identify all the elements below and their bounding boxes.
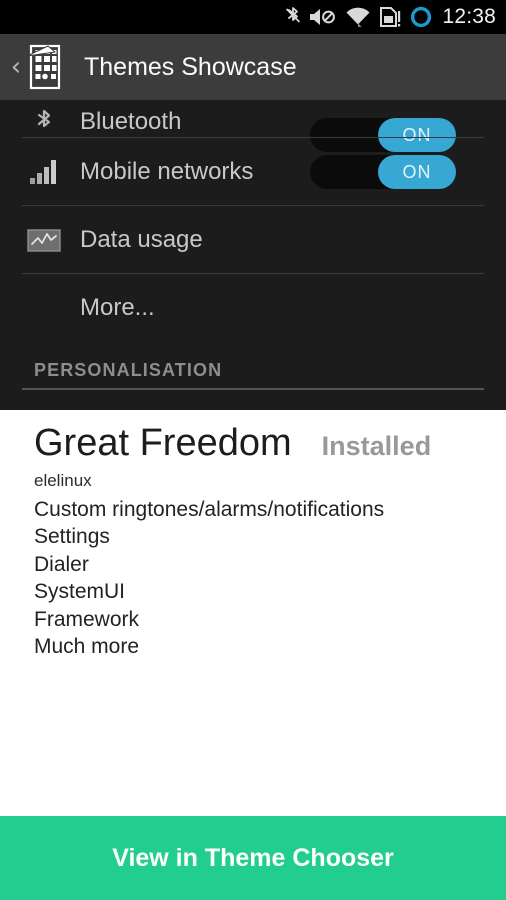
cta-label: View in Theme Chooser xyxy=(112,843,394,872)
list-item: Framework xyxy=(34,607,140,631)
signal-bars-icon xyxy=(24,159,64,185)
list-item: Much more xyxy=(34,635,140,659)
theme-preview: Bluetooth ON Mobile networks ON Data usa… xyxy=(0,100,506,410)
list-item: Dialer xyxy=(34,552,89,576)
preview-row-label: Mobile networks xyxy=(80,158,254,185)
list-item: SystemUI xyxy=(34,580,126,604)
theme-title: Great Freedom xyxy=(34,422,292,464)
list-item: Settings xyxy=(34,525,110,549)
preview-row-label: Bluetooth xyxy=(80,108,182,135)
list-item: Custom ringtones/alarms/notifications xyxy=(34,497,385,521)
back-chevron-icon[interactable]: ‹ xyxy=(6,54,26,80)
bluetooth-icon xyxy=(24,108,64,136)
mobile-networks-toggle[interactable]: ON xyxy=(310,155,456,189)
theme-chooser-icon xyxy=(26,43,64,91)
volume-mute-icon xyxy=(308,5,338,29)
preview-row-mobile-networks: Mobile networks ON xyxy=(0,138,506,206)
status-bar: 12:38 xyxy=(0,0,506,34)
status-bar-clock: 12:38 xyxy=(442,5,496,28)
view-in-theme-chooser-button[interactable]: View in Theme Chooser xyxy=(0,816,506,900)
theme-detail: Great Freedom Installed elelinux Custom … xyxy=(0,410,506,816)
wifi-icon xyxy=(345,5,371,29)
preview-row-more: More... xyxy=(0,274,506,342)
status-badge: Installed xyxy=(321,431,432,461)
action-bar: ‹ Themes Showcase xyxy=(0,34,506,100)
section-label: PERSONALISATION xyxy=(34,360,223,380)
app-screen: 12:38 ‹ Themes Showcase Bluetooth ON Mob… xyxy=(0,0,506,900)
sync-circle-icon xyxy=(409,5,433,29)
preview-section-personalisation: PERSONALISATION xyxy=(0,342,506,394)
preview-row-data-usage: Data usage xyxy=(0,206,506,274)
data-usage-icon xyxy=(24,227,64,253)
preview-row-bluetooth: Bluetooth ON xyxy=(0,100,506,152)
theme-author: elelinux xyxy=(34,470,92,490)
feature-list: Custom ringtones/alarms/notifications Se… xyxy=(34,496,476,661)
section-rule xyxy=(22,388,484,390)
page-title: Themes Showcase xyxy=(84,52,297,81)
bluetooth-icon xyxy=(285,5,301,29)
preview-row-label: Data usage xyxy=(80,226,203,253)
preview-row-label: More... xyxy=(80,294,155,321)
sim-card-alert-icon xyxy=(378,5,402,29)
title-row: Great Freedom Installed xyxy=(34,422,476,464)
toggle-thumb-label: ON xyxy=(378,155,456,189)
